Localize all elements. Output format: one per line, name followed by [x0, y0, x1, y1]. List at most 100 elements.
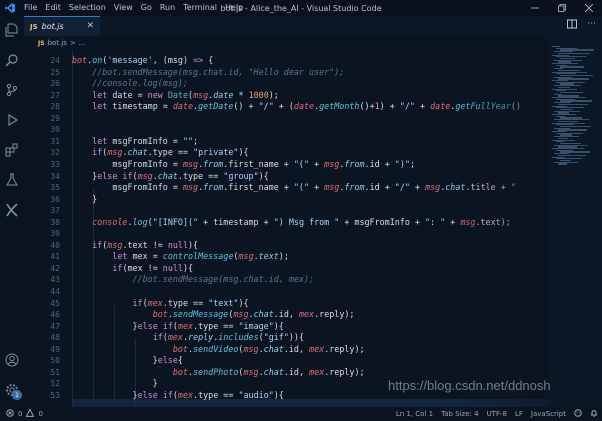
- menu-view[interactable]: View: [110, 0, 137, 16]
- line-number: 39: [50, 229, 60, 239]
- line-number: 34: [50, 171, 60, 181]
- line-number: 51: [50, 367, 60, 377]
- tab-size[interactable]: Tab Size: 4: [441, 410, 478, 418]
- line-number: 37: [50, 206, 60, 216]
- code-line: }: [72, 193, 98, 204]
- error-icon: [6, 409, 14, 419]
- line-number: 28: [50, 102, 60, 112]
- line-number: 27: [50, 90, 60, 100]
- line-number: 29: [50, 113, 60, 123]
- minimap-line: [558, 163, 567, 165]
- status-bar: 0 0 Ln 1, Col 1 Tab Size: 4 UTF-8 LF Jav…: [0, 407, 602, 421]
- encoding[interactable]: UTF-8: [487, 410, 507, 418]
- end-of-line[interactable]: LF: [515, 410, 523, 418]
- account-icon[interactable]: [0, 348, 24, 372]
- extensions-icon[interactable]: [0, 138, 24, 162]
- code-line: console.log("[INFO](" + timestamp + ") M…: [92, 216, 511, 227]
- vscode-logo-icon: [4, 2, 16, 14]
- tab-bot-js[interactable]: JS bot.js ✕: [24, 16, 100, 36]
- code-editor[interactable]: 24 25 26 27 28 29 30 31 32 33 34 35 36 37 38 39 40 41 42 43…: [24, 50, 548, 407]
- settings-gear-icon[interactable]: 1: [0, 378, 24, 402]
- menu-go[interactable]: Go: [137, 0, 156, 16]
- split-editor-icon[interactable]: [567, 19, 578, 32]
- line-number: 42: [50, 263, 60, 273]
- code-line: if(msg.text != null){: [92, 239, 199, 250]
- menu-selection[interactable]: Selection: [65, 0, 110, 16]
- line-number: 50: [50, 356, 60, 366]
- warning-icon: [26, 408, 35, 419]
- run-debug-icon[interactable]: [0, 108, 24, 132]
- code-line: //console.log(msg);: [92, 78, 188, 89]
- code-line: let date = new Date(msg.date * 1000);: [92, 89, 279, 100]
- line-number: 46: [50, 310, 60, 320]
- code-line: }else if(msg.chat.type == "group"){: [72, 170, 269, 181]
- code-line: if(msg.chat.type == "private"){: [92, 147, 249, 158]
- line-number: 26: [50, 79, 60, 89]
- close-tab-icon[interactable]: ✕: [86, 21, 94, 31]
- title-bar: File Edit Selection View Go Run Terminal…: [0, 0, 602, 16]
- activity-bar: 1: [0, 16, 24, 407]
- code-line: bot.sendMessage(msg.chat.id, mex.reply);: [152, 309, 355, 320]
- minimap-line: [560, 66, 584, 68]
- code-line: bot.on('message', (msg) => {: [72, 55, 214, 65]
- code-line: }else if(mex.type == "image"){: [72, 320, 284, 331]
- menu-terminal[interactable]: Terminal: [179, 0, 221, 16]
- watermark: https://blog.csdn.net/ddnosh: [388, 378, 551, 393]
- menu-bar: File Edit Selection View Go Run Terminal…: [20, 0, 247, 16]
- code-line: bot.sendPhoto(msg.chat.id, mex.reply);: [172, 366, 365, 377]
- testing-flask-icon[interactable]: [0, 168, 24, 192]
- code-line: }: [72, 378, 158, 389]
- error-count: 0: [18, 410, 23, 418]
- code-line: msgFromInfo = msg.from.first_name + "(" …: [72, 182, 516, 193]
- language-mode[interactable]: JavaScript: [531, 410, 566, 418]
- line-number: 44: [50, 287, 60, 296]
- line-number: 48: [50, 333, 60, 343]
- breadcrumb-trail[interactable]: ...: [79, 39, 86, 47]
- editor-actions: ···: [567, 19, 596, 32]
- cursor-position[interactable]: Ln 1, Col 1: [396, 410, 433, 418]
- menu-run[interactable]: Run: [156, 0, 179, 16]
- line-number: 24: [50, 56, 60, 65]
- line-number: 47: [50, 321, 60, 331]
- breadcrumb-file[interactable]: bot.js: [48, 39, 67, 47]
- js-file-icon: JS: [38, 39, 45, 47]
- menu-edit[interactable]: Edit: [41, 0, 65, 16]
- minimap[interactable]: [548, 36, 602, 407]
- bell-icon[interactable]: [590, 409, 598, 419]
- feedback-icon[interactable]: [574, 409, 582, 419]
- explorer-icon[interactable]: [0, 18, 24, 42]
- menu-file[interactable]: File: [20, 0, 41, 16]
- kite-logo-icon[interactable]: [0, 198, 24, 222]
- code-line: if(mex != null){: [112, 262, 194, 273]
- code-line: }else if(mex.type == "audio"){: [72, 389, 284, 400]
- line-number: 32: [50, 148, 60, 158]
- minimap-line: [560, 91, 583, 94]
- notification-badge: 1: [12, 390, 22, 400]
- line-number: 40: [50, 240, 60, 250]
- more-actions-icon[interactable]: ···: [587, 19, 596, 32]
- line-number: 49: [50, 344, 60, 354]
- line-number: 45: [50, 298, 60, 308]
- line-number: 25: [50, 67, 60, 77]
- js-file-icon: JS: [30, 22, 38, 31]
- search-icon[interactable]: [0, 48, 24, 72]
- code-line: let timestamp = date.getDate() + "/" + (…: [92, 101, 521, 112]
- line-number: 33: [50, 159, 60, 169]
- problems-indicator[interactable]: 0 0: [6, 407, 43, 421]
- source-control-icon[interactable]: [0, 78, 24, 102]
- minimize-button[interactable]: [521, 0, 548, 16]
- close-window-button[interactable]: [575, 0, 602, 16]
- line-number: 30: [50, 125, 60, 135]
- code-line: msgFromInfo = msg.from.first_name + "(" …: [72, 158, 415, 169]
- menu-help[interactable]: Help: [221, 0, 247, 16]
- restore-button[interactable]: [548, 0, 575, 16]
- line-number: 53: [50, 390, 60, 400]
- line-number: 38: [50, 217, 60, 227]
- code-line: bot.sendVideo(msg.chat.id, mex.reply);: [172, 343, 365, 354]
- line-number: 31: [50, 136, 60, 146]
